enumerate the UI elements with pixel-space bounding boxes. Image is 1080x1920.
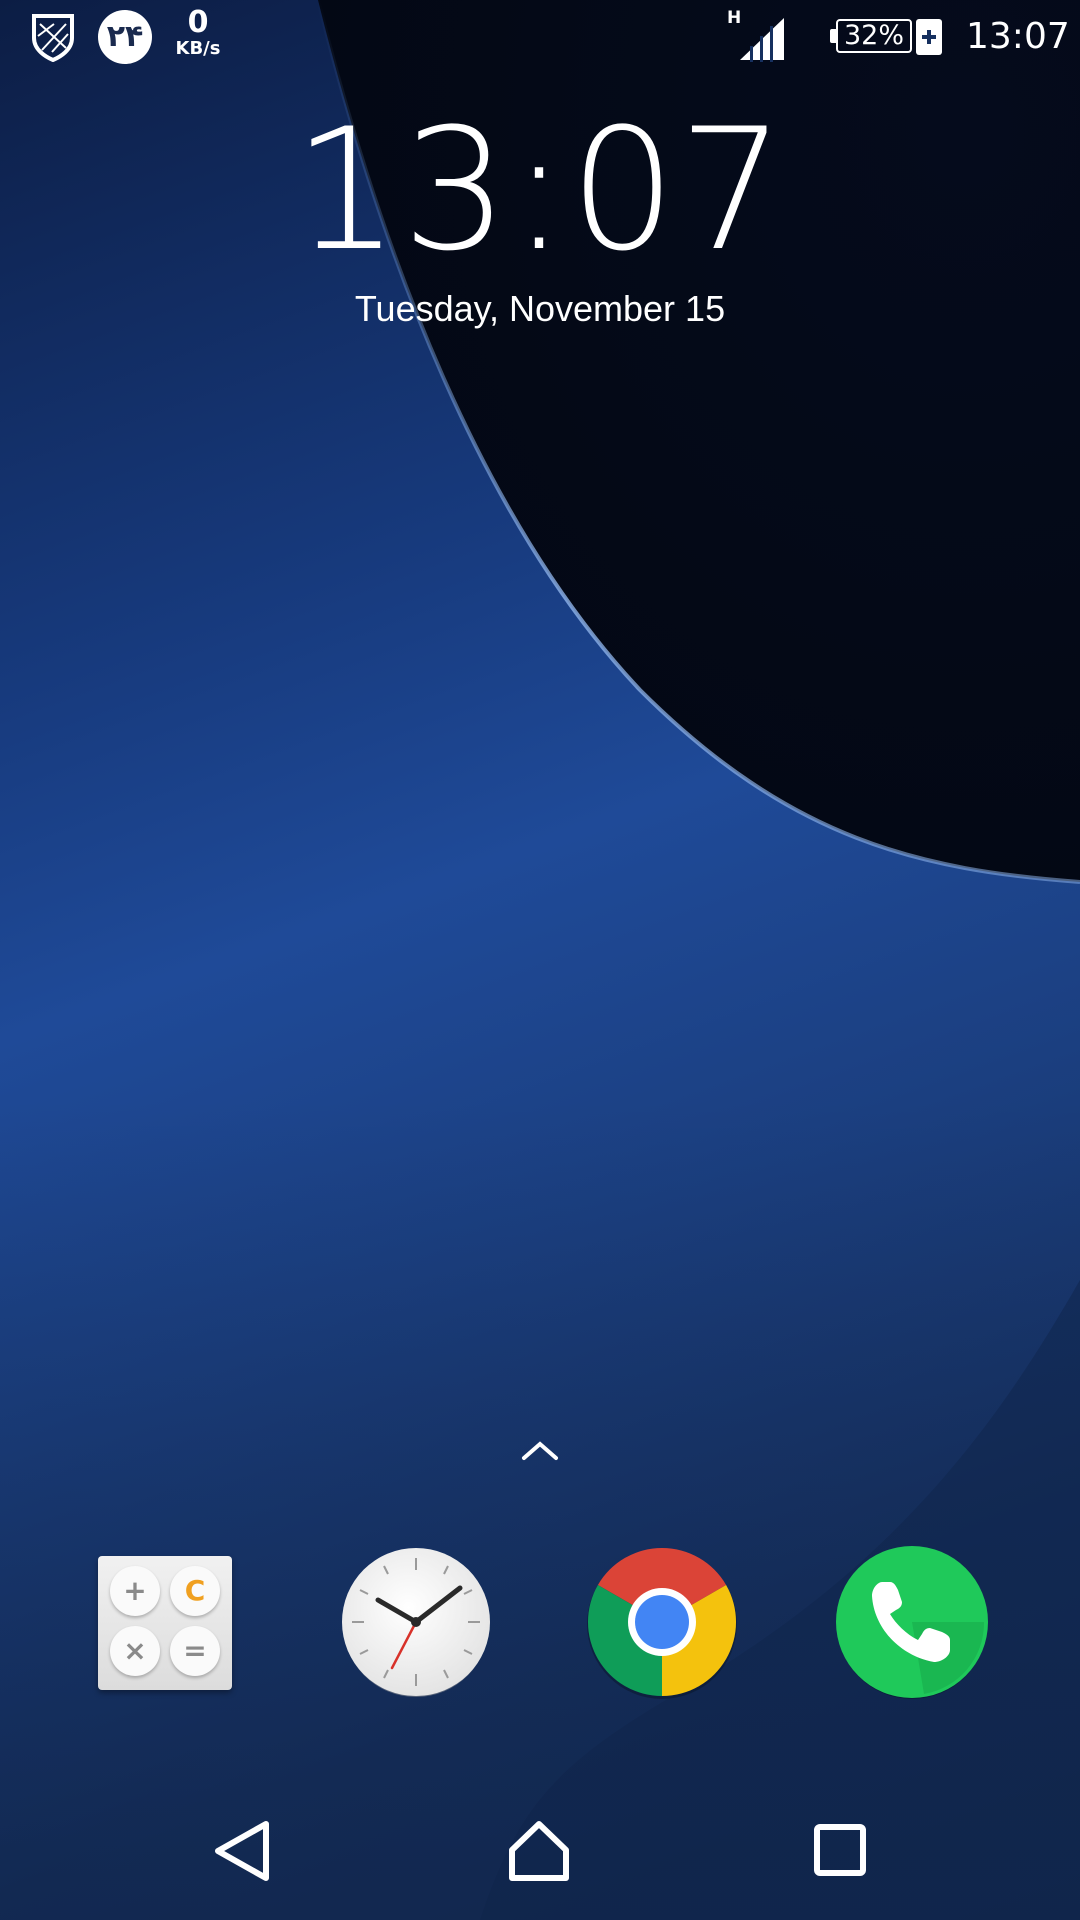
app-drawer-up-arrow-icon[interactable] (520, 1436, 560, 1464)
back-icon[interactable] (208, 1816, 278, 1886)
network-speed: 0 KB/s (170, 8, 226, 58)
status-bar: ۲۴ 0 KB/s H 32% 13:07 (0, 0, 1080, 76)
home-screen: ۲۴ 0 KB/s H 32% 13:07 13:07 Tuesday, Nov… (0, 0, 1080, 1920)
clock-widget[interactable]: 13:07 Tuesday, November 15 (0, 106, 1080, 330)
clock-widget-date[interactable]: Tuesday, November 15 (0, 288, 1080, 330)
calculator-key-plus: + (110, 1566, 160, 1616)
chrome-icon (587, 1547, 737, 1699)
calculator-key-multiply: × (110, 1626, 160, 1676)
calendar-badge: ۲۴ (98, 10, 152, 64)
phone-app[interactable] (834, 1544, 990, 1700)
recents-icon[interactable] (806, 1816, 876, 1886)
clock-app[interactable] (338, 1544, 494, 1700)
navigation-bar (0, 1780, 1080, 1920)
network-speed-value: 0 (187, 5, 209, 40)
signal-icon (740, 18, 784, 62)
shield-icon (32, 14, 74, 62)
clock-icon (342, 1548, 490, 1697)
status-bar-time: 13:07 (966, 16, 1070, 57)
calculator-key-clear: C (170, 1566, 220, 1616)
clock-widget-time[interactable]: 13:07 (0, 106, 1080, 274)
calculator-key-equals: = (170, 1626, 220, 1676)
network-speed-unit: KB/s (175, 38, 221, 59)
charging-icon (916, 19, 942, 55)
phone-icon (836, 1546, 988, 1699)
chrome-app[interactable] (584, 1544, 740, 1700)
battery-indicator: 32% (826, 17, 942, 59)
battery-percent: 32% (836, 19, 912, 53)
calculator-icon: + C × = (98, 1556, 232, 1690)
home-icon[interactable] (504, 1816, 574, 1886)
calculator-app[interactable]: + C × = (96, 1544, 252, 1700)
